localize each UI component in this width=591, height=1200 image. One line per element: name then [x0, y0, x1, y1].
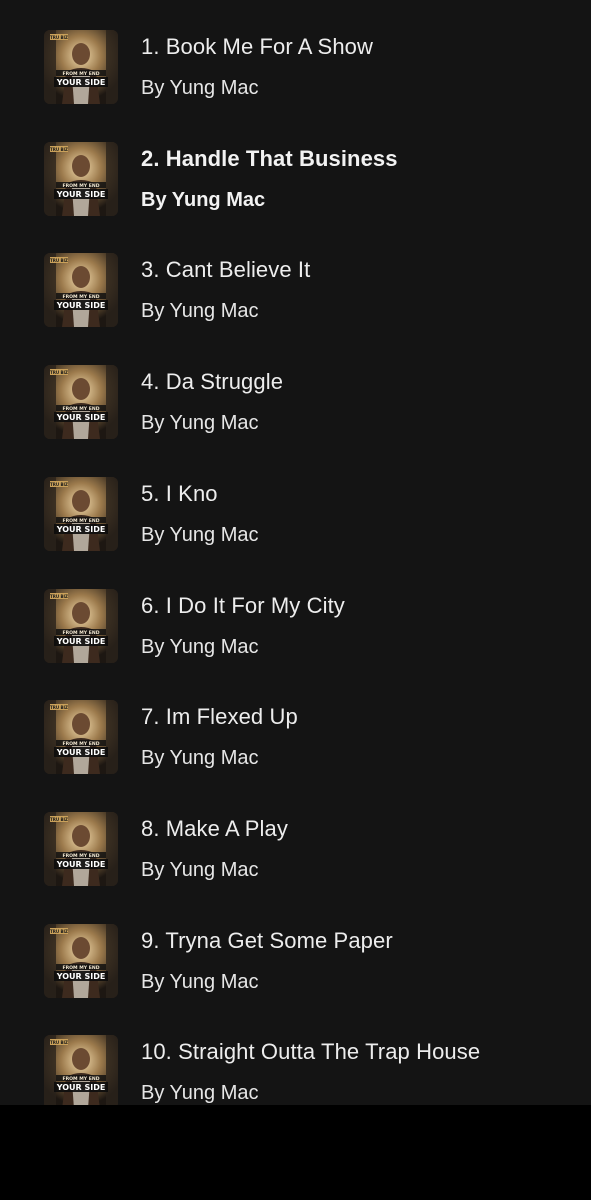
svg-text:FROM MY END: FROM MY END: [62, 630, 99, 636]
svg-text:FROM MY END: FROM MY END: [62, 965, 99, 971]
svg-text:FROM MY END: FROM MY END: [62, 741, 99, 747]
album-cover-image: TRU BIZ FROM MY END YOUR SIDE: [44, 30, 118, 104]
album-cover-image: TRU BIZ FROM MY END YOUR SIDE: [44, 476, 118, 551]
svg-text:FROM MY END: FROM MY END: [62, 183, 99, 189]
track-title: 1. Book Me For A Show: [141, 34, 373, 59]
svg-text:YOUR SIDE: YOUR SIDE: [56, 860, 106, 869]
svg-text:YOUR SIDE: YOUR SIDE: [56, 1083, 106, 1092]
svg-text:TRU BIZ: TRU BIZ: [50, 482, 68, 487]
track-row[interactable]: TRU BIZ FROM MY END YOUR SIDE 6. I Do It…: [0, 579, 591, 691]
svg-text:YOUR SIDE: YOUR SIDE: [56, 301, 106, 310]
music-app-screen: TRU BIZ FROM MY END YOUR SIDE 1. Book Me…: [0, 0, 591, 1200]
album-cover-image: TRU BIZ FROM MY END YOUR SIDE: [44, 141, 118, 216]
track-artist: By Yung Mac: [141, 77, 259, 99]
svg-text:YOUR SIDE: YOUR SIDE: [56, 972, 106, 981]
album-cover-image: TRU BIZ FROM MY END YOUR SIDE: [44, 365, 118, 440]
track-row[interactable]: TRU BIZ FROM MY END YOUR SIDE 7. Im Flex…: [0, 690, 591, 802]
track-row[interactable]: TRU BIZ FROM MY END YOUR SIDE 10. Straig…: [0, 1025, 591, 1105]
svg-text:FROM MY END: FROM MY END: [62, 71, 99, 77]
svg-text:TRU BIZ: TRU BIZ: [50, 370, 68, 375]
svg-text:YOUR SIDE: YOUR SIDE: [56, 525, 106, 534]
track-artist: By Yung Mac: [141, 523, 259, 546]
track-title: 3. Cant Believe It: [141, 257, 311, 283]
track-row[interactable]: TRU BIZ FROM MY END YOUR SIDE 4. Da Stru…: [0, 355, 591, 467]
track-artist: By Yung Mac: [141, 747, 259, 770]
track-title: 5. I Kno: [141, 480, 218, 506]
album-cover-image: TRU BIZ FROM MY END YOUR SIDE: [44, 811, 118, 886]
svg-text:YOUR SIDE: YOUR SIDE: [56, 78, 106, 87]
svg-text:FROM MY END: FROM MY END: [62, 406, 99, 412]
track-artist: By Yung Mac: [141, 635, 259, 658]
track-title: 8. Make A Play: [141, 815, 288, 841]
track-row[interactable]: TRU BIZ FROM MY END YOUR SIDE 9. Tryna G…: [0, 914, 591, 1026]
svg-text:TRU BIZ: TRU BIZ: [50, 594, 68, 599]
track-artist: By Yung Mac: [141, 188, 266, 211]
svg-text:FROM MY END: FROM MY END: [62, 518, 99, 524]
track-title: 6. I Do It For My City: [141, 592, 345, 618]
album-cover-image: TRU BIZ FROM MY END YOUR SIDE: [44, 700, 118, 775]
svg-text:YOUR SIDE: YOUR SIDE: [56, 413, 106, 422]
track-title: 7. Im Flexed Up: [141, 704, 298, 730]
system-navigation-bar: [0, 1105, 591, 1200]
track-row[interactable]: TRU BIZ FROM MY END YOUR SIDE 8. Make A …: [0, 802, 591, 914]
track-row[interactable]: TRU BIZ FROM MY END YOUR SIDE 3. Cant Be…: [0, 243, 591, 355]
track-title: 9. Tryna Get Some Paper: [141, 927, 393, 953]
album-cover-image: TRU BIZ FROM MY END YOUR SIDE: [44, 588, 118, 663]
svg-text:TRU BIZ: TRU BIZ: [50, 705, 68, 710]
track-title: 10. Straight Outta The Trap House: [141, 1039, 481, 1065]
track-artist: By Yung Mac: [141, 970, 259, 993]
svg-text:YOUR SIDE: YOUR SIDE: [56, 637, 106, 646]
track-row[interactable]: TRU BIZ FROM MY END YOUR SIDE 1. Book Me…: [0, 20, 591, 132]
svg-text:FROM MY END: FROM MY END: [62, 1076, 99, 1082]
track-artist: By Yung Mac: [141, 300, 259, 323]
track-list: TRU BIZ FROM MY END YOUR SIDE 1. Book Me…: [0, 0, 591, 1105]
album-cover-image: TRU BIZ FROM MY END YOUR SIDE: [44, 923, 118, 998]
svg-text:TRU BIZ: TRU BIZ: [50, 147, 68, 152]
track-artist: By Yung Mac: [141, 412, 259, 435]
svg-text:FROM MY END: FROM MY END: [62, 294, 99, 300]
track-artist: By Yung Mac: [141, 1082, 259, 1105]
svg-text:TRU BIZ: TRU BIZ: [50, 258, 68, 263]
svg-text:YOUR SIDE: YOUR SIDE: [56, 190, 106, 199]
svg-text:FROM MY END: FROM MY END: [62, 853, 99, 859]
svg-text:TRU BIZ: TRU BIZ: [50, 817, 68, 822]
track-row[interactable]: TRU BIZ FROM MY END YOUR SIDE 2. Handle …: [0, 132, 591, 244]
svg-text:TRU BIZ: TRU BIZ: [50, 1040, 68, 1045]
track-artist: By Yung Mac: [141, 858, 259, 881]
track-title: 4. Da Struggle: [141, 369, 284, 395]
svg-text:TRU BIZ: TRU BIZ: [50, 929, 68, 934]
album-cover-image: TRU BIZ FROM MY END YOUR SIDE: [44, 253, 118, 328]
album-cover-image: TRU BIZ FROM MY END YOUR SIDE: [44, 1035, 118, 1105]
track-title: 2. Handle That Business: [141, 145, 398, 171]
track-row[interactable]: TRU BIZ FROM MY END YOUR SIDE 5. I Kno By…: [0, 467, 591, 579]
svg-text:TRU BIZ: TRU BIZ: [50, 35, 68, 40]
svg-text:YOUR SIDE: YOUR SIDE: [56, 748, 106, 757]
